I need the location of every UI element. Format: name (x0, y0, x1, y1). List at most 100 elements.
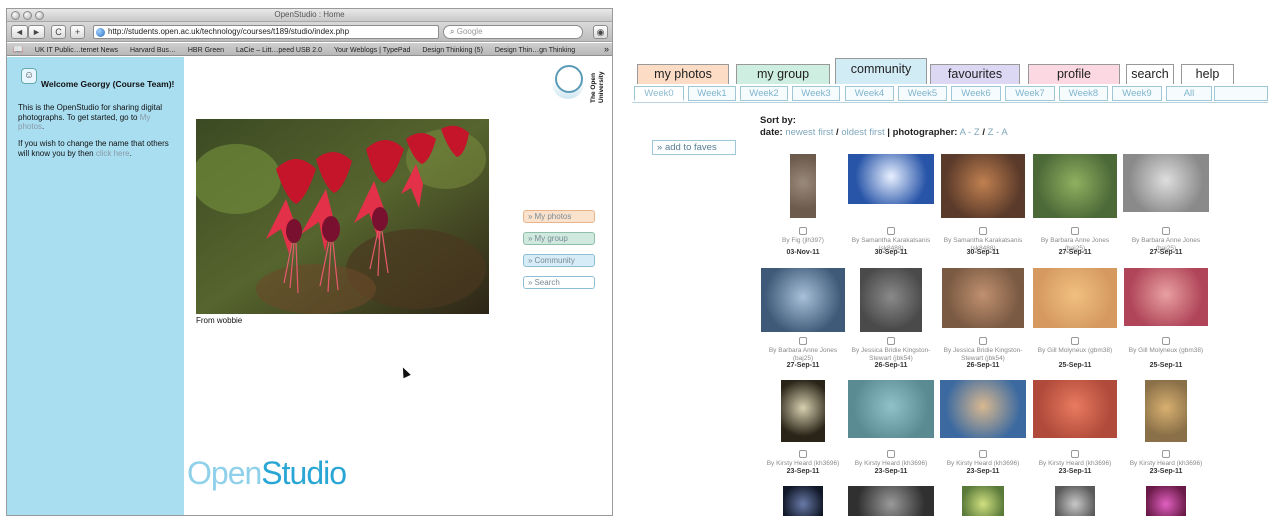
bookmark-item[interactable]: Design Thinking (5) (422, 44, 483, 55)
tab-help[interactable]: help (1181, 64, 1234, 84)
sort-a-z-link[interactable]: A - Z (960, 127, 980, 138)
select-photo-checkbox[interactable] (979, 450, 987, 458)
sort-label: Sort by: (760, 115, 796, 126)
tab-search[interactable]: search (1126, 64, 1174, 84)
add-bookmark-button[interactable]: + (70, 25, 85, 39)
tab-favourites[interactable]: favourites (930, 64, 1020, 84)
week-filter-tab[interactable]: Week4 (845, 86, 894, 101)
sort-oldest-first-link[interactable]: oldest first (841, 127, 884, 138)
select-photo-checkbox[interactable] (1162, 227, 1170, 235)
photo-thumbnail[interactable] (781, 380, 825, 442)
photo-thumbnail[interactable] (848, 380, 934, 438)
week-filter-tab[interactable]: Week5 (898, 86, 947, 101)
photo-author[interactable]: By Fig (jlh397) (760, 237, 846, 245)
select-photo-checkbox[interactable] (979, 227, 987, 235)
week-filter-tab[interactable]: Week0 (634, 86, 684, 101)
sort-newest-first-link[interactable]: newest first (785, 127, 833, 138)
photo-author[interactable]: By Kirsty Heard (kh3696) (760, 460, 846, 468)
my-group-button[interactable]: » My group (523, 232, 595, 245)
tab-my-photos[interactable]: my photos (637, 64, 729, 84)
bookmarks-overflow-icon[interactable]: » (604, 43, 609, 55)
select-photo-checkbox[interactable] (1162, 337, 1170, 345)
photo-thumbnail[interactable] (761, 268, 845, 332)
photo-thumbnail[interactable] (790, 154, 816, 218)
photo-thumbnail[interactable] (1124, 268, 1208, 326)
select-photo-checkbox[interactable] (1071, 450, 1079, 458)
chevron-right-icon: » (528, 212, 533, 221)
select-photo-checkbox[interactable] (1071, 227, 1079, 235)
search-button[interactable]: » Search (523, 276, 595, 289)
photo-thumbnail[interactable] (1033, 154, 1117, 218)
photo-thumbnail[interactable] (940, 380, 1026, 438)
week-filter-bar: Week0 Week1 Week2 Week3 Week4 Week5 Week… (632, 84, 1268, 103)
tab-profile[interactable]: profile (1028, 64, 1120, 84)
photo-author[interactable]: By Jessica Bridie Kingston-Stewart (jbk5… (936, 347, 1030, 362)
tab-community[interactable]: community (835, 58, 927, 84)
photo-thumbnail[interactable] (1033, 380, 1117, 438)
photo-thumbnail[interactable] (962, 486, 1004, 516)
select-photo-checkbox[interactable] (799, 337, 807, 345)
select-photo-checkbox[interactable] (799, 227, 807, 235)
photo-author[interactable]: By Jessica Bridie Kingston-Stewart (jbk5… (846, 347, 936, 362)
photo-thumbnail[interactable] (1033, 268, 1117, 328)
photo-thumbnail[interactable] (848, 486, 934, 516)
back-button[interactable]: ◄ (11, 25, 28, 39)
photo-thumbnail[interactable] (860, 268, 922, 332)
photo-thumbnail[interactable] (941, 154, 1025, 218)
week-filter-tab[interactable]: Week7 (1005, 86, 1055, 101)
photo-thumbnail[interactable] (1055, 486, 1095, 516)
photo-author[interactable]: By Kirsty Heard (kh3696) (1030, 460, 1120, 468)
select-photo-checkbox[interactable] (1071, 337, 1079, 345)
browser-search-input[interactable]: ⌕ Google (443, 25, 583, 39)
week-filter-tab[interactable]: Week6 (951, 86, 1001, 101)
reload-button[interactable]: C (51, 25, 66, 39)
sort-z-a-link[interactable]: Z - A (988, 127, 1008, 138)
bookmark-item[interactable]: UK IT Public…ternet News (35, 44, 118, 55)
photo-author[interactable]: By Gill Molyneux (gbm38) (1121, 347, 1211, 355)
select-photo-checkbox[interactable] (887, 337, 895, 345)
bookmark-item[interactable]: Your Weblogs | TypePad (334, 44, 410, 55)
select-photo-checkbox[interactable] (887, 227, 895, 235)
photo-date: 25-Sep-11 (1149, 362, 1183, 369)
browser-window: OpenStudio : Home ◄ ► C + http://student… (6, 8, 613, 516)
address-bar[interactable]: http://students.open.ac.uk/technology/co… (93, 25, 439, 39)
select-photo-checkbox[interactable] (799, 450, 807, 458)
photo-author[interactable]: By Kirsty Heard (kh3696) (1121, 460, 1211, 468)
week-filter-tab[interactable]: Week2 (740, 86, 788, 101)
add-to-faves-button[interactable]: » add to faves (652, 140, 736, 155)
forward-button[interactable]: ► (28, 25, 45, 39)
bookmark-item[interactable]: Design Thin…gn Thinking (495, 44, 575, 55)
photo-thumbnail[interactable] (942, 268, 1024, 328)
photo-author[interactable]: By Barbara Anne Jones (baj25) (760, 347, 846, 362)
featured-photo[interactable] (196, 119, 489, 314)
bookmark-item[interactable]: LaCie – Litt…peed USB 2.0 (236, 44, 322, 55)
sort-photographer-label: photographer: (892, 127, 958, 138)
week-filter-tab[interactable]: Week8 (1059, 86, 1108, 101)
bookmark-item[interactable]: Harvard Bus… (130, 44, 176, 55)
photo-thumbnail[interactable] (1145, 380, 1187, 442)
select-photo-checkbox[interactable] (979, 337, 987, 345)
photo-author[interactable]: By Gill Molyneux (gbm38) (1030, 347, 1120, 355)
photo-thumbnail[interactable] (1146, 486, 1186, 516)
select-photo-checkbox[interactable] (887, 450, 895, 458)
week-filter-tab-all[interactable]: All (1166, 86, 1212, 101)
photo-author[interactable]: By Kirsty Heard (kh3696) (846, 460, 936, 468)
open-university-logo[interactable] (555, 65, 583, 93)
week-filter-tab[interactable]: Week9 (1112, 86, 1162, 101)
week-filter-tab[interactable]: Week3 (792, 86, 840, 101)
community-button[interactable]: » Community (523, 254, 595, 267)
snapback-button[interactable]: ◉ (593, 25, 608, 39)
chevron-right-icon: » (528, 256, 533, 265)
book-icon[interactable]: 📖 (13, 43, 23, 55)
click-here-link[interactable]: click here (96, 149, 130, 158)
tab-my-group[interactable]: my group (736, 64, 830, 84)
bookmark-item[interactable]: HBR Green (188, 44, 224, 55)
photo-date: 03-Nov-11 (786, 249, 820, 256)
select-photo-checkbox[interactable] (1162, 450, 1170, 458)
photo-thumbnail[interactable] (783, 486, 823, 516)
photo-author[interactable]: By Kirsty Heard (kh3696) (936, 460, 1030, 468)
my-photos-button[interactable]: » My photos (523, 210, 595, 223)
photo-thumbnail[interactable] (1123, 154, 1209, 212)
week-filter-tab[interactable]: Week1 (688, 86, 736, 101)
photo-thumbnail[interactable] (848, 154, 934, 204)
